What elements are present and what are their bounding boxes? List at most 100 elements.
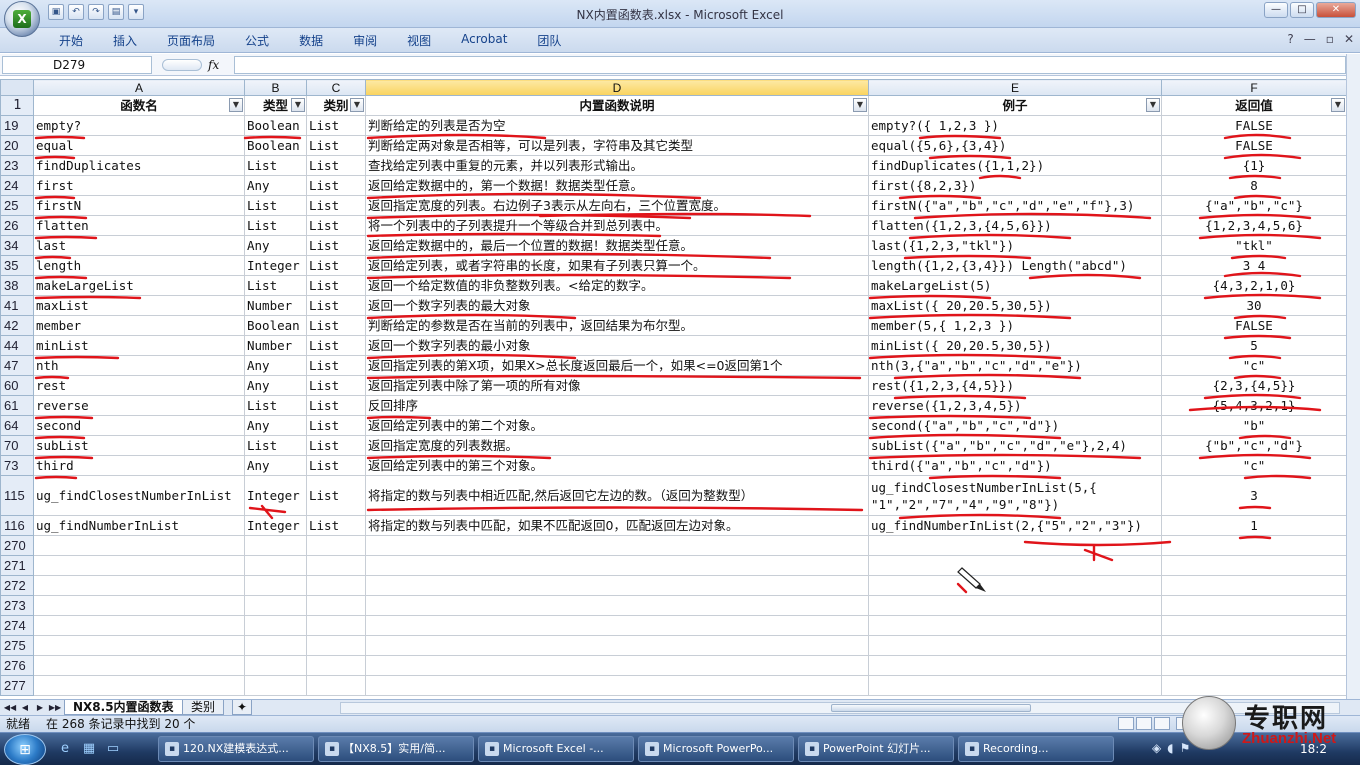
- example-cell[interactable]: ug_findNumberInList(2,{"5","2","3"}): [868, 515, 1162, 536]
- empty-cell[interactable]: [306, 655, 366, 676]
- row-number[interactable]: 38: [0, 275, 34, 296]
- empty-cell[interactable]: [306, 615, 366, 636]
- empty-cell[interactable]: [868, 555, 1162, 576]
- description-cell[interactable]: 返回给定列表中的第三个对象。: [365, 455, 869, 476]
- return-value-cell[interactable]: 30: [1161, 295, 1347, 316]
- row-number[interactable]: 24: [0, 175, 34, 196]
- name-cell[interactable]: empty?: [33, 115, 245, 136]
- description-cell[interactable]: 返回给定列表，或者字符串的长度，如果有子列表只算一个。: [365, 255, 869, 276]
- return-value-cell[interactable]: 5: [1161, 335, 1347, 356]
- category-cell[interactable]: List: [306, 355, 366, 376]
- tray-network-icon[interactable]: ◈: [1152, 741, 1161, 755]
- category-cell[interactable]: List: [306, 255, 366, 276]
- empty-cell[interactable]: [33, 615, 245, 636]
- return-value-cell[interactable]: {"a","b","c"}: [1161, 195, 1347, 216]
- type-cell[interactable]: Any: [244, 175, 307, 196]
- empty-cell[interactable]: [365, 535, 869, 556]
- example-cell[interactable]: member(5,{ 1,2,3 }): [868, 315, 1162, 336]
- column-header[interactable]: E: [868, 79, 1162, 96]
- row-number[interactable]: 70: [0, 435, 34, 456]
- taskbar-button[interactable]: ▪ 【NX8.5】实用/简...: [318, 736, 474, 762]
- column-header[interactable]: F: [1161, 79, 1347, 96]
- empty-cell[interactable]: [244, 535, 307, 556]
- empty-cell[interactable]: [1161, 635, 1347, 656]
- column-header[interactable]: B: [244, 79, 307, 96]
- insert-sheet-icon[interactable]: ✦: [232, 700, 253, 715]
- description-cell[interactable]: 判断给定的参数是否在当前的列表中，返回结果为布尔型。: [365, 315, 869, 336]
- ribbon-tab[interactable]: 开始: [44, 32, 98, 49]
- category-cell[interactable]: List: [306, 295, 366, 316]
- header-cell[interactable]: 函数名 ▼: [33, 95, 245, 116]
- row-number[interactable]: 73: [0, 455, 34, 476]
- row-number[interactable]: 271: [0, 555, 34, 576]
- row-number[interactable]: 277: [0, 675, 34, 696]
- return-value-cell[interactable]: FALSE: [1161, 135, 1347, 156]
- example-cell[interactable]: second({"a","b","c","d"}): [868, 415, 1162, 436]
- example-cell[interactable]: reverse({1,2,3,4,5}): [868, 395, 1162, 416]
- description-cell[interactable]: 返回指定列表的第X项，如果X>总长度返回最后一个，如果<=0返回第1个: [365, 355, 869, 376]
- example-cell[interactable]: minList({ 20,20.5,30,5}): [868, 335, 1162, 356]
- example-cell[interactable]: flatten({1,2,3,{4,5,6}}): [868, 215, 1162, 236]
- description-cell[interactable]: 将指定的数与列表中相近匹配,然后返回它左边的数。（返回为整数型）: [365, 475, 869, 516]
- type-cell[interactable]: Any: [244, 375, 307, 396]
- row-number[interactable]: 41: [0, 295, 34, 316]
- type-cell[interactable]: Boolean: [244, 115, 307, 136]
- empty-cell[interactable]: [33, 535, 245, 556]
- return-value-cell[interactable]: 3 4: [1161, 255, 1347, 276]
- sheet-nav-button[interactable]: ◀: [18, 701, 32, 714]
- row-number[interactable]: 1: [0, 95, 34, 116]
- empty-cell[interactable]: [1161, 555, 1347, 576]
- category-cell[interactable]: List: [306, 395, 366, 416]
- empty-cell[interactable]: [868, 595, 1162, 616]
- category-cell[interactable]: List: [306, 475, 366, 516]
- description-cell[interactable]: 查找给定列表中重复的元素，并以列表形式输出。: [365, 155, 869, 176]
- return-value-cell[interactable]: {"b","c","d"}: [1161, 435, 1347, 456]
- row-number[interactable]: 61: [0, 395, 34, 416]
- category-cell[interactable]: List: [306, 455, 366, 476]
- return-value-cell[interactable]: {4,3,2,1,0}: [1161, 275, 1347, 296]
- type-cell[interactable]: Integer: [244, 255, 307, 276]
- name-cell[interactable]: maxList: [33, 295, 245, 316]
- category-cell[interactable]: List: [306, 315, 366, 336]
- name-box[interactable]: D279: [2, 56, 152, 74]
- example-cell[interactable]: equal({5,6},{3,4}): [868, 135, 1162, 156]
- type-cell[interactable]: Boolean: [244, 135, 307, 156]
- description-cell[interactable]: 返回一个数字列表的最小对象: [365, 335, 869, 356]
- description-cell[interactable]: 返回一个给定数值的非负整数列表。<给定的数字。: [365, 275, 869, 296]
- description-cell[interactable]: 返回给定列表中的第二个对象。: [365, 415, 869, 436]
- empty-cell[interactable]: [33, 675, 245, 696]
- type-cell[interactable]: Number: [244, 335, 307, 356]
- example-cell[interactable]: last({1,2,3,"tkl"}): [868, 235, 1162, 256]
- ie-icon[interactable]: e: [56, 741, 74, 757]
- example-cell[interactable]: ug_findClosestNumberInList(5,{ "1","2","…: [868, 475, 1162, 516]
- return-value-cell[interactable]: {1}: [1161, 155, 1347, 176]
- row-number[interactable]: 44: [0, 335, 34, 356]
- name-cell[interactable]: flatten: [33, 215, 245, 236]
- ribbon-close-icon[interactable]: ✕: [1344, 32, 1354, 46]
- column-header[interactable]: D: [365, 79, 869, 96]
- name-cell[interactable]: length: [33, 255, 245, 276]
- empty-cell[interactable]: [33, 635, 245, 656]
- taskbar-button[interactable]: ▪ PowerPoint 幻灯片...: [798, 736, 954, 762]
- maximize-button[interactable]: □: [1290, 2, 1314, 18]
- category-cell[interactable]: List: [306, 175, 366, 196]
- description-cell[interactable]: 将一个列表中的子列表提升一个等级合并到总列表中。: [365, 215, 869, 236]
- name-cell[interactable]: third: [33, 455, 245, 476]
- filter-dropdown-icon[interactable]: ▼: [291, 98, 305, 112]
- category-cell[interactable]: List: [306, 415, 366, 436]
- taskbar-button[interactable]: ▪ Recording...: [958, 736, 1114, 762]
- return-value-cell[interactable]: {5,4,3,2,1}: [1161, 395, 1347, 416]
- return-value-cell[interactable]: "b": [1161, 415, 1347, 436]
- type-cell[interactable]: Any: [244, 455, 307, 476]
- type-cell[interactable]: Number: [244, 295, 307, 316]
- ribbon-tab[interactable]: 视图: [392, 32, 446, 49]
- empty-cell[interactable]: [244, 675, 307, 696]
- empty-cell[interactable]: [365, 555, 869, 576]
- type-cell[interactable]: Any: [244, 355, 307, 376]
- sheet-nav-button[interactable]: ▶: [33, 701, 47, 714]
- column-header[interactable]: A: [33, 79, 245, 96]
- empty-cell[interactable]: [33, 575, 245, 596]
- name-cell[interactable]: ug_findNumberInList: [33, 515, 245, 536]
- category-cell[interactable]: List: [306, 335, 366, 356]
- return-value-cell[interactable]: {1,2,3,4,5,6}: [1161, 215, 1347, 236]
